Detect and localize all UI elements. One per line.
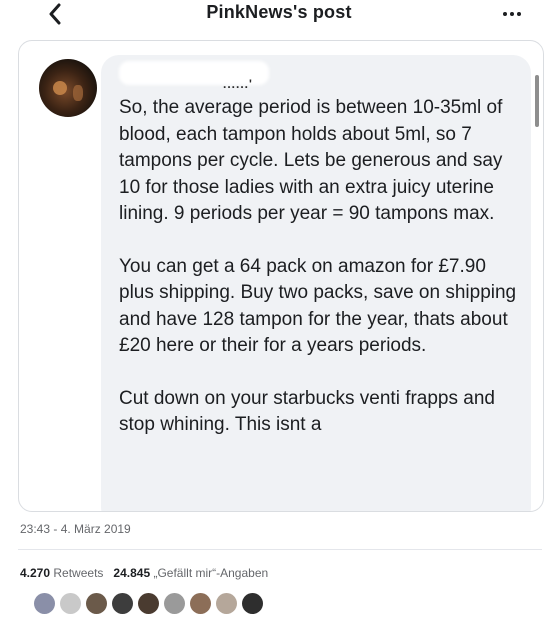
liker-avatar[interactable]: [216, 592, 237, 614]
ellipsis-icon: [503, 12, 507, 16]
liker-avatar[interactable]: [138, 592, 159, 614]
author-name-fragment: ......': [223, 77, 253, 91]
scrollbar[interactable]: [535, 75, 539, 127]
comment-paragraph: Cut down on your starbucks venti frapps …: [119, 387, 495, 436]
liker-avatar[interactable]: [86, 592, 107, 614]
liker-avatar[interactable]: [112, 592, 133, 614]
likers-avatars: [34, 590, 263, 616]
liker-avatar[interactable]: [34, 592, 55, 614]
liker-avatar[interactable]: [60, 592, 81, 614]
more-options-button[interactable]: [497, 4, 527, 24]
page-title: PinkNews's post: [206, 2, 352, 22]
avatar[interactable]: [39, 59, 97, 117]
liker-avatar[interactable]: [164, 592, 185, 614]
engagement-stats: 4.270 Retweets 24.845 „Gefällt mir“-Anga…: [20, 566, 268, 580]
divider: [18, 549, 542, 550]
retweets-count[interactable]: 4.270: [20, 566, 50, 580]
tweet-timestamp[interactable]: 23:43 - 4. März 2019: [20, 522, 131, 536]
retweets-label[interactable]: Retweets: [53, 566, 103, 580]
comment-bubble: ......' So, the average period is betwee…: [101, 55, 531, 511]
likes-label[interactable]: „Gefällt mir“-Angaben: [153, 566, 268, 580]
comment-paragraph: You can get a 64 pack on amazon for £7.9…: [119, 255, 517, 357]
top-nav-bar: PinkNews's post: [0, 0, 558, 28]
liker-avatar[interactable]: [242, 592, 263, 614]
likes-count[interactable]: 24.845: [113, 566, 150, 580]
liker-avatar[interactable]: [190, 592, 211, 614]
comment-paragraph: So, the average period is between 10-35m…: [119, 97, 503, 224]
comment-text: So, the average period is between 10-35m…: [119, 95, 519, 465]
embedded-post-card[interactable]: ......' So, the average period is betwee…: [18, 40, 544, 512]
